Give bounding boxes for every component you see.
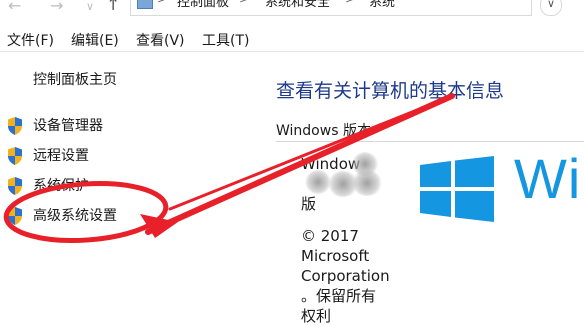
- sidebar-item-label: 远程设置: [33, 148, 89, 164]
- breadcrumb-separator: >: [157, 0, 167, 6]
- forward-arrow-icon[interactable]: →: [50, 0, 63, 15]
- uac-shield-icon: [8, 147, 22, 165]
- breadcrumb-control-panel[interactable]: 控制面板: [177, 0, 229, 10]
- breadcrumb-system-security[interactable]: 系统和安全: [265, 0, 330, 10]
- menu-bar: 文件(F) 编辑(E) 查看(V) 工具(T): [0, 28, 584, 50]
- windows-wordmark: Wi: [514, 147, 582, 210]
- page-title: 查看有关计算机的基本信息: [276, 80, 505, 102]
- copyright-line: Microsoft: [301, 247, 370, 265]
- address-bar[interactable]: > 控制面板 > 系统和安全 > 系统: [130, 0, 532, 16]
- menu-edit[interactable]: 编辑(E): [71, 30, 119, 50]
- uac-shield-icon: [8, 117, 22, 135]
- annotation-arrow-shaft: [145, 93, 455, 235]
- address-row: ← → ∨ ↑ > 控制面板 > 系统和安全 > 系统 ∨: [0, 0, 584, 20]
- edition-line: 版: [301, 195, 317, 213]
- breadcrumb-separator: >: [345, 0, 355, 6]
- menu-divider: [0, 51, 584, 52]
- breadcrumb-separator: >: [239, 0, 249, 6]
- menu-file[interactable]: 文件(F): [7, 30, 54, 50]
- sidebar-item-label: 高级系统设置: [33, 208, 117, 224]
- menu-tools[interactable]: 工具(T): [202, 30, 249, 50]
- menu-view[interactable]: 查看(V): [136, 30, 185, 50]
- back-arrow-icon[interactable]: ←: [8, 0, 21, 15]
- address-dropdown-chevron-icon[interactable]: ∨: [540, 0, 562, 16]
- breadcrumb-system[interactable]: 系统: [369, 0, 395, 10]
- annotation-arrow-head: [140, 214, 178, 238]
- redaction-blur: [352, 170, 382, 196]
- recent-locations-chevron-icon[interactable]: ∨: [86, 0, 94, 13]
- sidebar-item-label: 系统保护: [33, 178, 89, 194]
- uac-shield-icon: [8, 177, 22, 195]
- copyright-line: © 2017: [301, 227, 359, 245]
- copyright-line: 。保留所有: [301, 287, 377, 305]
- section-divider: [276, 141, 584, 142]
- copyright-line: Corporation: [301, 267, 390, 285]
- uac-shield-icon: [8, 207, 22, 225]
- up-arrow-icon[interactable]: ↑: [106, 0, 120, 15]
- copyright-line: 权利: [301, 307, 332, 325]
- control-panel-home-link[interactable]: 控制面板主页: [33, 69, 117, 89]
- windows-logo-icon: [420, 156, 494, 222]
- sidebar-item-label: 设备管理器: [33, 118, 103, 134]
- control-panel-icon: [137, 0, 153, 9]
- windows-edition-heading: Windows 版本: [276, 123, 371, 139]
